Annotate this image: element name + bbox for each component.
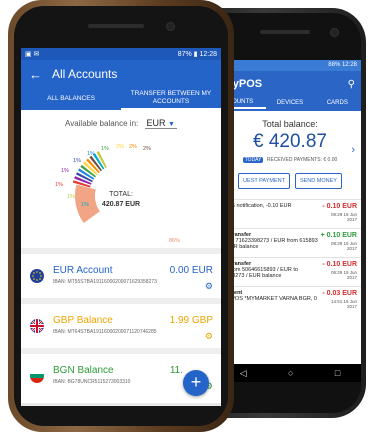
- donut-percent-label: 1%: [87, 151, 95, 157]
- uk-flag-icon: [30, 319, 44, 333]
- front-screen: ▣ ✉ 87% ▮ 12:28 ← All Accounts ALL BALAN…: [21, 48, 221, 406]
- front-status-bar: ▣ ✉ 87% ▮ 12:28: [21, 48, 221, 60]
- back-speaker: [260, 30, 310, 34]
- account-balance: 11.: [169, 365, 183, 376]
- received-payments: TODAY RECEIVED PAYMENTS: € 0.00: [219, 157, 361, 163]
- back-tabs: OUNTS DEVICES CARDS: [219, 97, 361, 111]
- account-iban: IBAN: MT55STBA19116000200071629358273: [53, 279, 157, 285]
- back-arrow-icon[interactable]: ←: [29, 67, 42, 82]
- transaction-date: 08:29 19 Jun 2017: [330, 212, 357, 222]
- available-label: Available balance in:: [65, 119, 139, 128]
- account-name: GBP Balance: [53, 315, 113, 326]
- gear-icon[interactable]: ⚙: [205, 281, 213, 292]
- total-balance-label: Total balance:: [262, 119, 318, 129]
- donut-percent-label: 1%: [81, 202, 89, 208]
- front-speaker: [88, 24, 144, 28]
- account-name: BGN Balance: [53, 365, 114, 376]
- clock-text: 12:28: [199, 51, 217, 58]
- transaction-list: SMS notification, -0.10 EUR - 0.10 EUR 0…: [219, 199, 361, 315]
- donut-percent-label: 2%: [143, 146, 151, 152]
- transaction-row[interactable]: ayment MYPOS *MYMARKET VARNA BGR, 0 - 0.…: [219, 286, 361, 315]
- status-left-icons: ▣ ✉: [25, 51, 40, 58]
- front-app-bar: ← All Accounts: [21, 60, 221, 88]
- account-card-gbp[interactable]: GBP Balance 1.99 GBP IBAN: MT64STBA19116…: [21, 298, 221, 348]
- today-badge: TODAY: [242, 157, 264, 163]
- back-camera: [330, 28, 339, 37]
- donut-percent-label: 1%: [67, 194, 75, 200]
- transaction-desc: er to 71623398273 / EUR from 615893 / EU…: [223, 238, 318, 250]
- donut-percent-label: 1%: [73, 158, 81, 164]
- donut-percent-label: 1%: [61, 168, 69, 174]
- eu-flag-icon: [30, 269, 44, 283]
- donut-main-percent-label: 86%: [169, 238, 180, 244]
- chevron-right-icon[interactable]: ›: [351, 144, 355, 156]
- send-money-button[interactable]: SEND MONEY: [294, 173, 342, 189]
- transaction-amount: - 0.03 EUR: [322, 290, 357, 297]
- transaction-desc: MYPOS *MYMARKET VARNA BGR, 0: [223, 296, 317, 302]
- battery-icon: ▮: [193, 51, 198, 58]
- account-name: EUR Account: [53, 265, 113, 276]
- front-nav-strip: [21, 403, 221, 406]
- donut-center-label: TOTAL:: [109, 191, 133, 198]
- donut-percent-label: 1%: [101, 146, 109, 152]
- action-buttons: UEST PAYMENT SEND MONEY: [219, 173, 361, 189]
- transaction-row[interactable]: ce transfer er from 50646615893 / EUR to…: [219, 257, 361, 286]
- balance-donut-chart: 1% 1% 1% 1% 1% 2% 2% 2% 1% 1% 86% TOTAL: 420.87 EU…: [21, 128, 221, 248]
- front-camera: [166, 22, 175, 31]
- donut-percent-label: 2%: [116, 144, 124, 150]
- back-screen: 88% 12:28 myPOS ⚲ OUNTS DEVICES CARDS To…: [219, 60, 361, 382]
- total-balance-amount: € 420.87: [253, 131, 327, 152]
- tab-cards[interactable]: CARDS: [314, 100, 361, 108]
- transaction-date: 08:29 19 Jun 2017: [330, 241, 357, 251]
- transaction-amount: + 0.10 EUR: [320, 232, 357, 239]
- donut-svg: 1% 1% 1% 1% 1% 2% 2% 2% 1% 1% 86% TOTAL: 420.87 EU…: [55, 144, 180, 244]
- transaction-amount: - 0.10 EUR: [322, 261, 357, 268]
- home-nav-icon[interactable]: ○: [288, 368, 293, 378]
- account-balance: 0.00 EUR: [169, 265, 213, 276]
- donut-percent-label: 1%: [55, 182, 63, 188]
- back-status-bar: 88% 12:28: [219, 60, 361, 71]
- transaction-date: 14:51 16 Jun 2017: [330, 299, 357, 309]
- transaction-date: 08:29 19 Jun 2017: [330, 270, 357, 280]
- battery-text: 87%: [177, 51, 192, 58]
- currency-value: EUR: [146, 118, 166, 128]
- total-balance-section: Total balance: € 420.87 › TODAY RECEIVED…: [219, 111, 361, 163]
- transaction-desc: er from 50646615893 / EUR to 3398273 / E…: [223, 267, 298, 279]
- donut-center-value: 420.87 EUR: [102, 201, 140, 208]
- tab-transfer[interactable]: TRANSFER BETWEEN MY ACCOUNTS: [121, 88, 221, 110]
- transaction-row[interactable]: ce transfer er to 71623398273 / EUR from…: [219, 228, 361, 257]
- page-title: All Accounts: [52, 67, 118, 81]
- received-text: RECEIVED PAYMENTS: € 0.00: [266, 157, 338, 163]
- tab-all-balances[interactable]: ALL BALANCES: [21, 88, 121, 110]
- account-iban: IBAN: MT64STBA19116000200071120746285: [53, 329, 157, 335]
- recents-nav-icon[interactable]: □: [335, 368, 340, 378]
- request-payment-button[interactable]: UEST PAYMENT: [238, 173, 290, 189]
- tab-devices[interactable]: DEVICES: [266, 100, 313, 108]
- account-card-eur[interactable]: EUR Account 0.00 EUR IBAN: MT55STBA19116…: [21, 248, 221, 298]
- transaction-desc: SMS notification, -0.10 EUR: [223, 203, 292, 209]
- account-balance: 1.99 GBP: [169, 315, 213, 326]
- search-icon[interactable]: ⚲: [348, 79, 355, 90]
- account-iban: IBAN: BG78UNCR5115273003310: [53, 379, 131, 385]
- transaction-amount: - 0.10 EUR: [322, 203, 357, 210]
- donut-percent-label: 2%: [129, 144, 137, 150]
- chevron-down-icon: ▼: [168, 121, 175, 128]
- android-nav-bar: ◁ ○ □: [219, 364, 361, 382]
- add-account-button[interactable]: +: [183, 370, 209, 396]
- transaction-row[interactable]: SMS notification, -0.10 EUR - 0.10 EUR 0…: [219, 199, 361, 228]
- back-nav-icon[interactable]: ◁: [240, 368, 247, 379]
- front-tabs: ALL BALANCES TRANSFER BETWEEN MY ACCOUNT…: [21, 88, 221, 110]
- back-app-bar: myPOS ⚲: [219, 71, 361, 97]
- available-balance-row: Available balance in: EUR ▼: [21, 118, 221, 129]
- gear-icon[interactable]: ⚙: [205, 331, 213, 342]
- status-right: 87% ▮ 12:28: [178, 50, 217, 58]
- bg-flag-icon: [30, 369, 44, 383]
